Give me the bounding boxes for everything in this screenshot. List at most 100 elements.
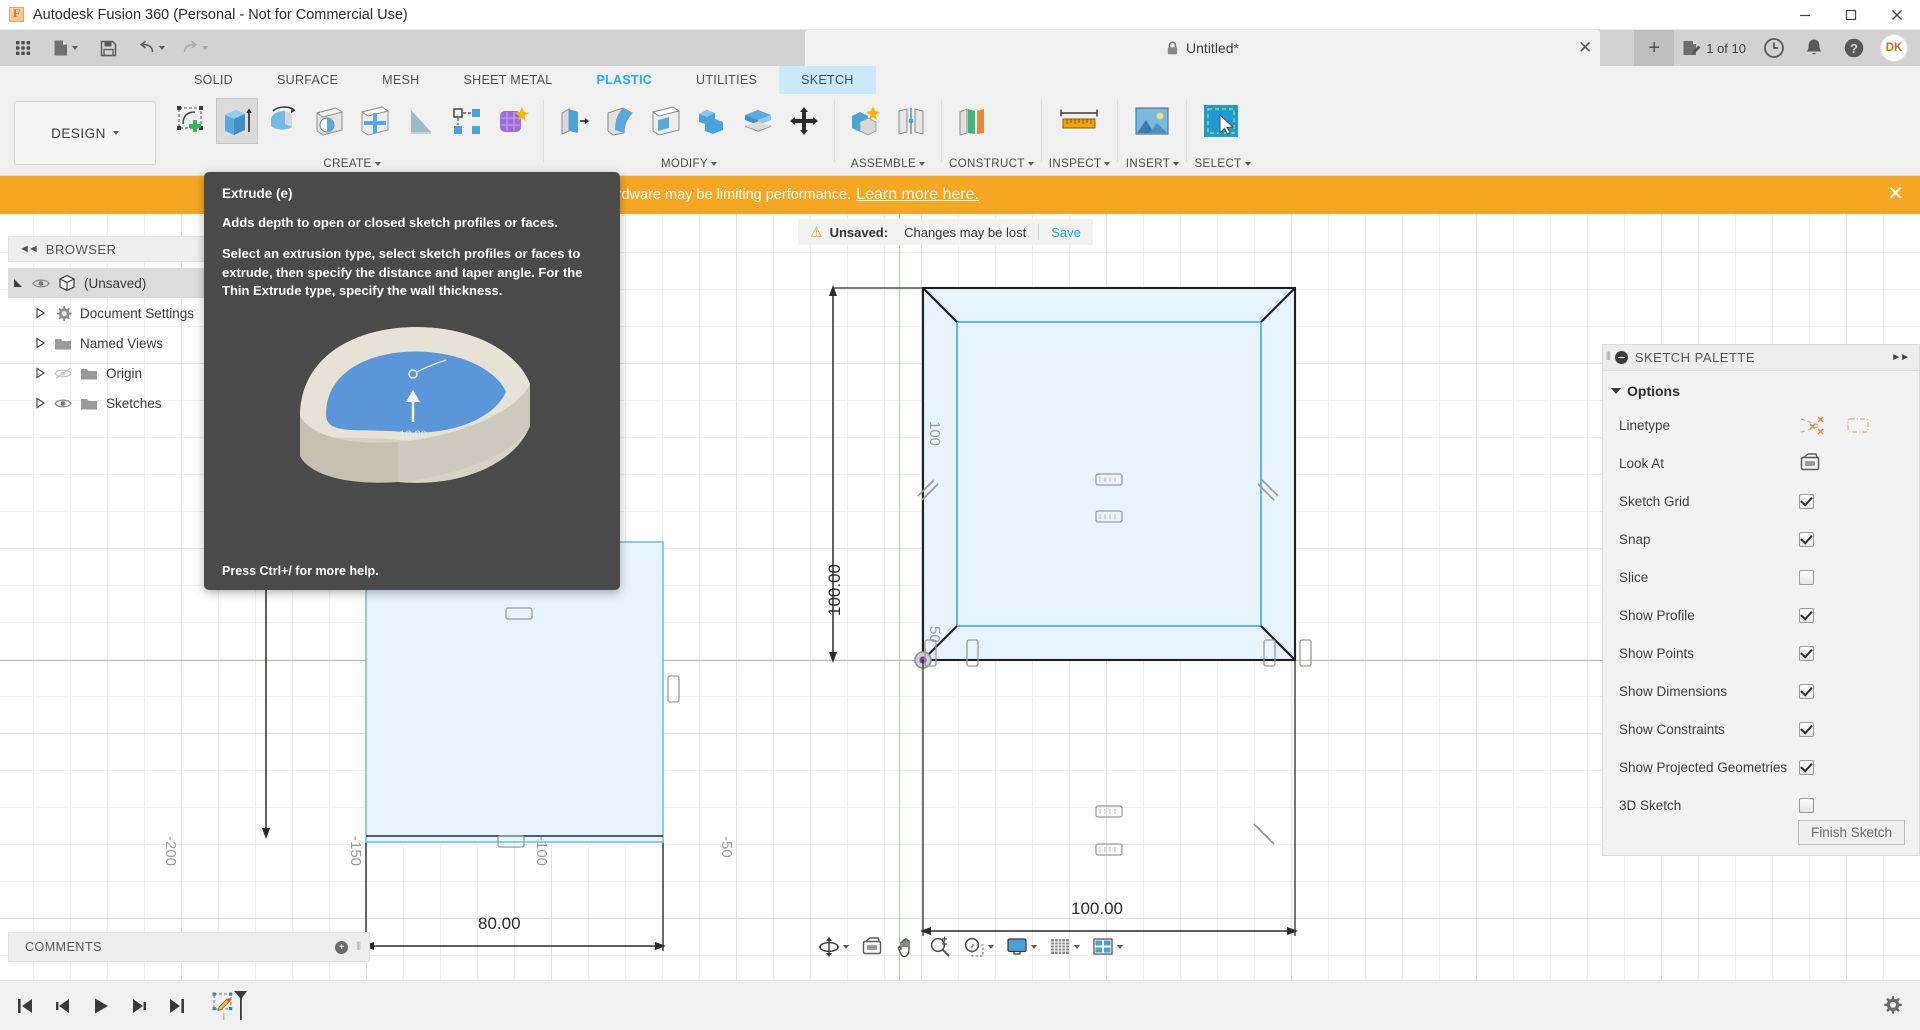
add-comment-icon[interactable]: +: [335, 940, 349, 954]
visibility-eye-off-icon[interactable]: [50, 367, 76, 380]
measure-icon[interactable]: [1051, 98, 1107, 144]
document-tab-close-button[interactable]: ✕: [1578, 38, 1908, 58]
banner-close-button[interactable]: ✕: [1887, 184, 1904, 204]
redo-icon[interactable]: [178, 33, 211, 63]
shell-icon[interactable]: [645, 98, 687, 144]
minimize-icon[interactable]: [1614, 351, 1628, 364]
show-projected-geometries-checkbox[interactable]: [1799, 759, 1814, 775]
hole-icon[interactable]: [308, 98, 350, 144]
new-document-icon[interactable]: [50, 33, 81, 63]
joint-icon[interactable]: [890, 98, 932, 144]
undo-icon[interactable]: [135, 33, 168, 63]
display-settings-icon[interactable]: [1003, 933, 1040, 961]
revolve-icon[interactable]: [262, 98, 304, 144]
tree-item-label: Document Settings: [80, 305, 195, 321]
drag-grip-icon[interactable]: ⦀: [1606, 351, 1611, 364]
maximize-button[interactable]: [1828, 0, 1874, 30]
create-form-icon[interactable]: [492, 98, 534, 144]
banner-learn-more-link[interactable]: Learn more here.: [856, 186, 979, 204]
step-forward-icon[interactable]: [124, 989, 154, 1023]
go-to-beginning-icon[interactable]: [10, 989, 40, 1023]
snap-checkbox[interactable]: [1799, 531, 1814, 547]
show-profile-checkbox[interactable]: [1799, 607, 1814, 623]
grid-snaps-icon[interactable]: [1046, 933, 1083, 961]
svg-text:-150: -150: [347, 836, 364, 866]
expand-triangle-icon[interactable]: [30, 367, 50, 379]
press-pull-icon[interactable]: [553, 98, 595, 144]
tab-utilities[interactable]: UTILITIES: [674, 66, 779, 94]
timeline-settings-gear-icon[interactable]: [1882, 995, 1904, 1017]
look-at-icon[interactable]: [1799, 453, 1821, 473]
comments-panel[interactable]: COMMENTS + ⦀: [8, 932, 370, 962]
select-icon[interactable]: [1196, 98, 1246, 144]
show-constraints-checkbox[interactable]: [1799, 721, 1814, 737]
expand-triangle-icon[interactable]: [8, 277, 28, 290]
rib-icon[interactable]: [354, 98, 396, 144]
tab-solid[interactable]: SOLID: [172, 66, 255, 94]
centerline-icon[interactable]: [1845, 415, 1871, 435]
tab-mesh[interactable]: MESH: [360, 66, 441, 94]
sketch-grid-checkbox[interactable]: [1799, 493, 1814, 509]
split-body-icon[interactable]: [737, 98, 779, 144]
pan-icon[interactable]: [892, 933, 920, 961]
sketch-feature-icon[interactable]: [208, 989, 252, 1023]
new-component-icon[interactable]: [844, 98, 886, 144]
zoom-icon[interactable]: [926, 933, 954, 961]
app-grid-icon[interactable]: [8, 33, 38, 63]
tab-surface[interactable]: SURFACE: [255, 66, 360, 94]
ribbon-separator: [1040, 100, 1042, 162]
workspace-switcher[interactable]: DESIGN: [14, 101, 156, 165]
viewports-icon[interactable]: [1089, 933, 1126, 961]
ribbon-group-label-insert[interactable]: INSERT: [1125, 158, 1180, 174]
expand-triangle-icon[interactable]: [30, 307, 50, 319]
move-copy-icon[interactable]: [783, 98, 825, 144]
dimension-horizontal-80[interactable]: 80.00: [478, 914, 521, 934]
dimension-vertical-100[interactable]: 100.00: [825, 564, 845, 616]
ribbon-group-label-construct[interactable]: CONSTRUCT: [949, 158, 1034, 174]
visibility-eye-icon[interactable]: [50, 397, 76, 410]
construct-plane-icon[interactable]: [951, 98, 993, 144]
save-link[interactable]: Save: [1051, 225, 1081, 240]
sketch-palette-header[interactable]: ⦀ SKETCH PALETTE ►►: [1603, 345, 1919, 371]
show-dimensions-checkbox[interactable]: [1799, 683, 1814, 699]
finish-sketch-button[interactable]: Finish Sketch: [1797, 820, 1905, 845]
collapse-left-icon[interactable]: ◄◄: [19, 243, 39, 255]
dimension-horizontal-100[interactable]: 100.00: [1071, 899, 1123, 919]
close-button[interactable]: [1874, 0, 1920, 30]
orbit-icon[interactable]: [815, 933, 852, 961]
combine-icon[interactable]: [691, 98, 733, 144]
construction-line-icon[interactable]: [1799, 415, 1825, 435]
create-sketch-icon[interactable]: [170, 98, 212, 144]
3d-sketch-checkbox[interactable]: [1799, 797, 1814, 813]
ribbon-group-label-inspect[interactable]: INSPECT: [1049, 158, 1111, 174]
expand-right-icon[interactable]: ►►: [1891, 352, 1910, 363]
chevron-down-icon: [843, 945, 849, 949]
fillet-icon[interactable]: [599, 98, 641, 144]
go-to-end-icon[interactable]: [162, 989, 192, 1023]
zoom-window-icon[interactable]: [960, 933, 997, 961]
slice-checkbox[interactable]: [1799, 569, 1814, 585]
ribbon-group-create: CREATE: [168, 94, 536, 174]
play-icon[interactable]: [86, 989, 116, 1023]
expand-triangle-icon[interactable]: [30, 397, 50, 409]
fusion-logo-icon: [9, 6, 24, 22]
palette-section-options[interactable]: Options: [1603, 376, 1919, 406]
extrude-icon[interactable]: [216, 98, 258, 144]
web-icon[interactable]: [400, 98, 442, 144]
expand-triangle-icon[interactable]: [30, 337, 50, 349]
pattern-icon[interactable]: [446, 98, 488, 144]
tab-sketch[interactable]: SKETCH: [779, 66, 876, 94]
insert-image-icon[interactable]: [1127, 98, 1177, 144]
look-at-icon[interactable]: [858, 933, 886, 961]
ribbon-group-label-assemble[interactable]: ASSEMBLE: [842, 158, 934, 174]
step-back-icon[interactable]: [48, 989, 78, 1023]
document-tab[interactable]: Untitled*: [805, 30, 1600, 66]
minimize-button[interactable]: [1782, 0, 1828, 30]
drag-grip-icon[interactable]: ⦀: [356, 941, 361, 954]
show-points-checkbox[interactable]: [1799, 645, 1814, 661]
save-icon[interactable]: [93, 33, 123, 63]
tab-plastic[interactable]: PLASTIC: [574, 66, 674, 94]
visibility-eye-icon[interactable]: [28, 277, 54, 290]
ribbon-group-label-select[interactable]: SELECT: [1194, 158, 1251, 174]
tab-sheet-metal[interactable]: SHEET METAL: [441, 66, 574, 94]
